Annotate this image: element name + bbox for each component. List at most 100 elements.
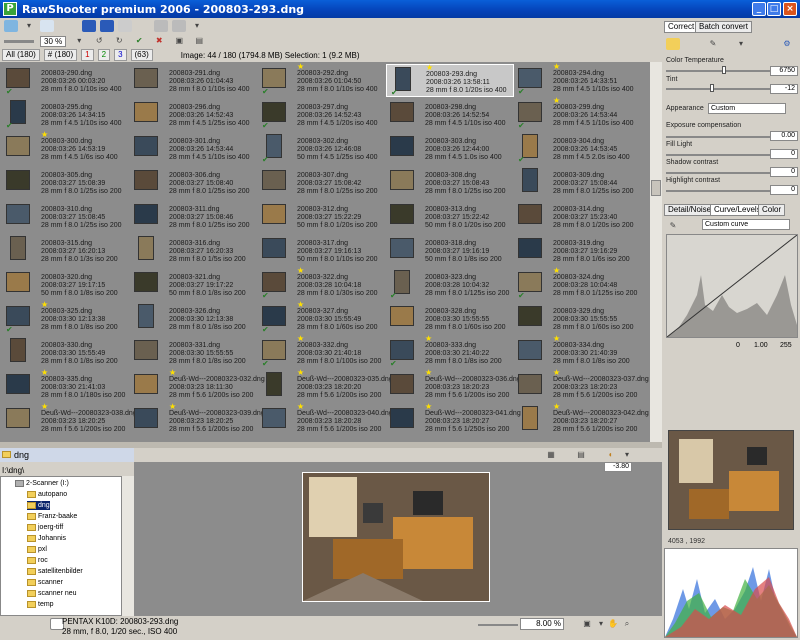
thumbnail-cell[interactable]: 200803-318.dng 2008:03:27 19:16:19 50 mm f… xyxy=(386,234,514,267)
zoom-icon[interactable]: ⌕ xyxy=(620,618,634,630)
tree-item[interactable]: scanner xyxy=(27,578,63,587)
thumbnail-cell[interactable]: ★ 200803-300.dng 2008:03:26 14:53:19 28 mm … xyxy=(2,130,130,165)
navigator-preview[interactable] xyxy=(668,430,794,530)
thumbnail-image[interactable] xyxy=(262,102,286,122)
check-icon[interactable]: ✔ xyxy=(391,88,398,97)
rotate-left-icon[interactable]: ↺ xyxy=(92,35,106,47)
thumbnail-cell[interactable]: 200803-312.dng 2008:03:27 15:22:29 50 mm f… xyxy=(258,200,386,233)
thumbnail-cell[interactable]: 200803-303.dng 2008:03:26 12:44:00 28 mm f… xyxy=(386,132,514,165)
level-black[interactable]: 0 xyxy=(736,342,740,349)
check-icon[interactable]: ✔ xyxy=(390,291,397,300)
thumbnail-cell[interactable]: ★ ✔ 200803-324.dng 2008:03:28 10:04:48 28 mm… xyxy=(514,266,642,301)
thumbnail-image[interactable] xyxy=(6,136,30,156)
tree-item[interactable]: joerg-tiff xyxy=(27,523,63,532)
tree-item[interactable]: 2-Scanner (I:) xyxy=(15,479,69,488)
tab-curve-levels[interactable]: Curve/Levels xyxy=(710,204,765,216)
zoom-field[interactable]: 30 % xyxy=(40,35,67,47)
thumbnail-image[interactable] xyxy=(134,68,158,88)
thumbnail-image[interactable] xyxy=(518,374,542,394)
thumbnail-image[interactable] xyxy=(518,102,542,122)
tag-icon[interactable]: ✖ xyxy=(152,35,166,47)
thumbnail-image[interactable] xyxy=(6,204,30,224)
highlight-contrast-slider[interactable] xyxy=(666,190,770,192)
thumbnail-image[interactable] xyxy=(6,408,30,428)
thumbnail-image[interactable] xyxy=(134,374,158,394)
thumbnail-cell[interactable]: 200803-314.dng 2008:03:27 15:23:40 28 mm f… xyxy=(514,200,642,233)
tree-item[interactable]: Johannis xyxy=(27,534,66,543)
tree-item[interactable]: Franz-baake xyxy=(27,512,77,521)
thumbnail-image[interactable] xyxy=(10,236,26,260)
window-icon[interactable] xyxy=(118,20,132,32)
thumbnail-image[interactable] xyxy=(262,340,286,360)
thumbnail-image[interactable] xyxy=(10,338,26,362)
thumbnail-cell[interactable]: 200803-329.dng 2008:03:30 15:55:55 28 mm f… xyxy=(514,302,642,335)
thumbnail-cell[interactable]: ★ 200803-335.dng 2008:03:30 21:41:03 28 mm … xyxy=(2,368,130,403)
thumbnail-image[interactable] xyxy=(390,408,414,428)
preview-zoom-field[interactable]: 8.00 % xyxy=(520,618,564,630)
check-icon[interactable]: ✔ xyxy=(262,359,269,368)
thumbnail-cell[interactable]: 200803-307.dng 2008:03:27 15:08:42 28 mm f… xyxy=(258,166,386,199)
dropdown-icon[interactable]: ▾ xyxy=(620,449,634,461)
maximize-icon[interactable]: □ xyxy=(767,2,781,16)
thumbnail-cell[interactable]: ✔ 200803-304.dng 2008:03:26 14:53:45 28 mm … xyxy=(514,132,642,165)
curve-editor[interactable] xyxy=(666,234,798,338)
tab-color[interactable]: Color xyxy=(758,204,786,216)
thumbnail-image[interactable] xyxy=(518,68,542,88)
thumbnail-image[interactable] xyxy=(390,238,414,258)
thumbnail-image[interactable] xyxy=(390,306,414,326)
thumbnail-cell[interactable]: ★ Deuß-Wd---20080323-038.dng 2008:03:23 18… xyxy=(2,402,137,437)
tint-slider[interactable] xyxy=(666,88,770,90)
tab-batch-convert[interactable]: Batch convert xyxy=(695,21,752,33)
layout-icon[interactable] xyxy=(82,20,96,32)
thumbnail-cell[interactable]: 200803-298.dng 2008:03:26 14:52:54 28 mm f… xyxy=(386,98,514,131)
thumbnail-cell[interactable]: ★ ✔ 200803-292.dng 2008:03:26 01:04:50 28 mm… xyxy=(258,62,386,97)
thumbnail-image[interactable] xyxy=(266,372,282,396)
tree-item[interactable]: roc xyxy=(27,556,48,565)
thumbnail-image[interactable] xyxy=(518,238,542,258)
tree-item[interactable]: pxl xyxy=(27,545,47,554)
thumbnail-image[interactable] xyxy=(390,136,414,156)
check-icon[interactable]: ✔ xyxy=(6,121,13,130)
thumbnail-image[interactable] xyxy=(134,340,158,360)
thumbnail-image[interactable] xyxy=(262,238,286,258)
check-icon[interactable]: ✔ xyxy=(518,291,525,300)
view-icon[interactable] xyxy=(4,20,18,32)
check-icon[interactable]: ✔ xyxy=(262,325,269,334)
thumbnail-cell[interactable]: 200803-315.dng 2008:03:27 16:20:13 28 mm f… xyxy=(2,234,130,267)
thumbnail-image[interactable] xyxy=(390,374,414,394)
color-temperature-slider[interactable] xyxy=(666,70,770,72)
thumbnail-image[interactable] xyxy=(6,306,30,326)
grid-icon[interactable]: ▤ xyxy=(574,449,588,461)
thumbnail-cell[interactable]: 200803-301.dng 2008:03:26 14:53:44 28 mm f… xyxy=(130,132,258,165)
thumbnail-cell[interactable]: 200803-321.dng 2008:03:27 19:17:22 50 mm f… xyxy=(130,268,258,301)
thumbnail-cell[interactable]: ★ 200803-334.dng 2008:03:30 21:40:39 28 mm … xyxy=(514,334,642,369)
thumbnail-cell[interactable]: 200803-313.dng 2008:03:27 15:22:42 50 mm f… xyxy=(386,200,514,233)
thumbnail-cell[interactable]: 200803-306.dng 2008:03:27 15:08:40 28 mm f… xyxy=(130,166,258,199)
thumbnail-cell[interactable]: ✔ 200803-290.dng 2008:03:26 00:03:20 28 mm … xyxy=(2,64,130,97)
fill-light-field[interactable]: 0 xyxy=(770,149,798,159)
color-icon[interactable]: ◐ xyxy=(604,449,618,461)
thumbnail-image[interactable] xyxy=(134,408,158,428)
thumbnail-cell[interactable]: ★ Deuß-Wd---20080323-032.dng 2008:03:23 18… xyxy=(130,368,265,403)
thumbnail-cell[interactable]: ★ Deuß-Wd---20080323-037.dng 2008:03:23 18… xyxy=(514,368,649,403)
fullscreen-icon[interactable] xyxy=(100,20,114,32)
thumbnail-image[interactable] xyxy=(390,340,414,360)
dropdown-icon[interactable]: ▾ xyxy=(22,20,36,32)
zoom-slider[interactable] xyxy=(4,39,34,43)
main-image[interactable] xyxy=(302,472,490,602)
thumbnail-image[interactable] xyxy=(138,236,154,260)
check-icon[interactable]: ✔ xyxy=(262,121,269,130)
thumbnail-image[interactable] xyxy=(390,102,414,122)
fill-light-slider[interactable] xyxy=(666,154,770,156)
thumbnail-cell[interactable]: ★ Deuß-Wd---20080323-042.dng 2008:03:23 18… xyxy=(514,402,649,437)
thumbnail-image[interactable] xyxy=(262,306,286,326)
thumbnail-image[interactable] xyxy=(522,168,538,192)
thumbnail-cell[interactable]: ✔ 200803-302.dng 2008:03:26 12:46:08 50 mm … xyxy=(258,132,386,165)
rotation-field[interactable]: -3.80 xyxy=(604,462,632,472)
appearance-select[interactable]: Custom xyxy=(708,103,786,114)
thumbnail-image[interactable] xyxy=(134,272,158,292)
thumbnail-cell[interactable]: 200803-320.dng 2008:03:27 19:17:15 50 mm f… xyxy=(2,268,130,301)
tab-numbered[interactable]: # (180) xyxy=(43,49,78,61)
thumbnail-cell[interactable]: ★ ✔ 200803-327.dng 2008:03:30 15:55:49 28 mm… xyxy=(258,300,386,335)
close-icon[interactable]: × xyxy=(783,2,797,16)
